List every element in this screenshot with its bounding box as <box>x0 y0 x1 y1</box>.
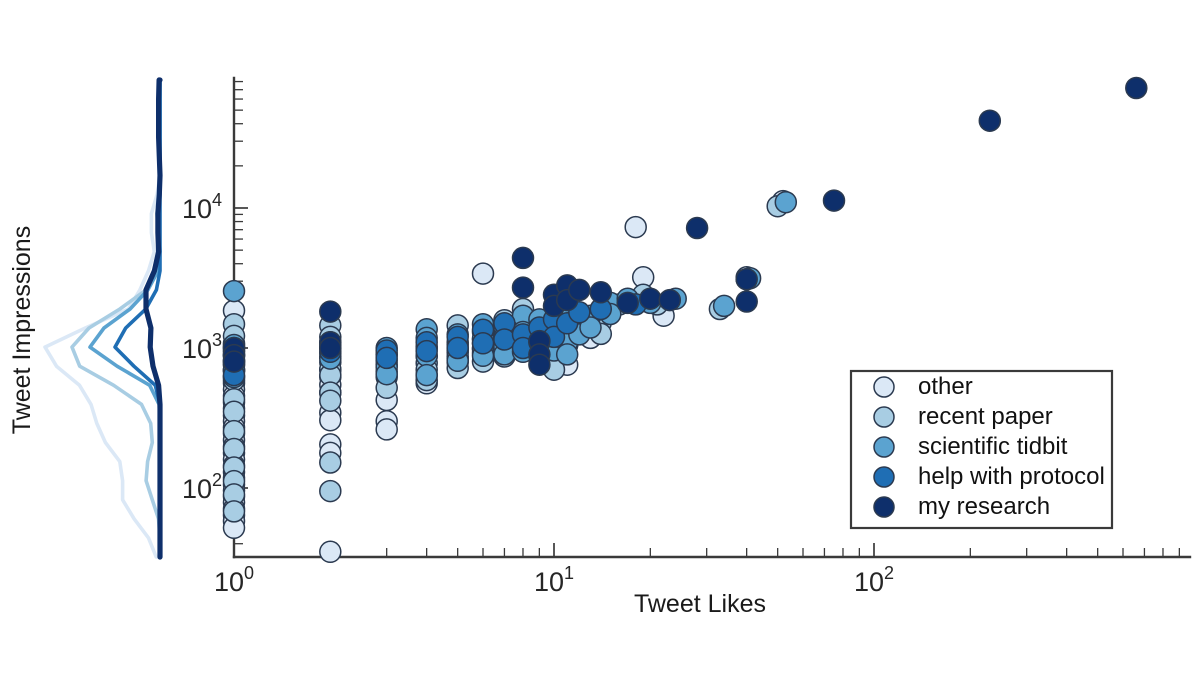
scatter-point <box>222 500 246 523</box>
scatter-point <box>822 189 846 212</box>
legend-label[interactable]: scientific tidbit <box>918 433 1068 460</box>
y-axis-title: Tweet Impressions <box>8 226 36 434</box>
legend-marker <box>873 496 895 518</box>
scatter-point <box>375 346 398 370</box>
x-tick-label: 102 <box>854 563 894 597</box>
scatter-point <box>555 343 579 366</box>
scatter-point <box>589 281 613 304</box>
scatter-point <box>511 246 535 270</box>
y-axis-tick-labels: 102 103 104 <box>182 190 222 504</box>
legend-label[interactable]: other <box>918 373 973 400</box>
x-axis-ticks <box>233 543 1181 557</box>
legend-marker <box>873 376 895 398</box>
scatter-point <box>639 287 662 310</box>
legend-label[interactable]: help with protocol <box>918 463 1105 490</box>
scatter-point <box>471 332 495 355</box>
legend-marker <box>873 466 895 488</box>
legend-marker <box>873 406 895 428</box>
scatter-point <box>493 328 516 351</box>
x-axis-tick-labels: 100 101 102 <box>214 563 894 597</box>
scatter-point <box>319 408 342 432</box>
scatter-point <box>658 288 682 312</box>
scatter-point <box>616 291 639 315</box>
legend-label[interactable]: recent paper <box>918 403 1053 430</box>
y-tick-label: 104 <box>182 190 222 224</box>
x-tick-label: 101 <box>534 563 574 597</box>
plot-legend[interactable]: other recent paper scientific tidbit help w… <box>849 369 1114 530</box>
scatter-point <box>624 215 647 239</box>
x-tick-label: 100 <box>214 563 254 597</box>
scatter-point <box>319 540 342 564</box>
scatter-point <box>222 400 246 424</box>
scatter-point <box>319 479 342 503</box>
y-tick-label: 102 <box>182 470 222 504</box>
scatter-point <box>375 418 398 441</box>
legend-marker <box>873 436 895 458</box>
scatter-point <box>415 363 438 387</box>
scatter-point <box>446 336 469 360</box>
scatter-plot-figure: 102 103 104 100 101 102 Tweet Likes Tweet Im… <box>0 0 1200 675</box>
marginal-density-curves <box>43 77 163 560</box>
scatter-point <box>735 267 758 291</box>
plot-svg: 102 103 104 100 101 102 Tweet Likes Tweet Im… <box>8 76 1192 618</box>
scatter-point <box>528 353 551 376</box>
x-axis-title: Tweet Likes <box>634 590 766 618</box>
scatter-point <box>511 276 535 299</box>
scatter-point <box>568 278 591 302</box>
scatter-point <box>319 336 342 360</box>
scatter-point <box>978 109 1002 132</box>
scatter-point <box>319 300 342 323</box>
scatter-point <box>685 216 709 240</box>
scatter-point <box>471 262 495 285</box>
scatter-point <box>774 190 798 214</box>
scatter-point <box>319 389 342 412</box>
scatter-point <box>735 290 758 313</box>
scatter-point <box>1125 76 1148 100</box>
scatter-point <box>415 339 438 363</box>
scatter-point <box>319 451 342 474</box>
scatter-point <box>222 350 246 373</box>
y-tick-label: 103 <box>182 330 222 364</box>
legend-label[interactable]: my research <box>918 493 1050 520</box>
scatter-point <box>222 279 246 303</box>
scatter-point <box>712 294 736 318</box>
